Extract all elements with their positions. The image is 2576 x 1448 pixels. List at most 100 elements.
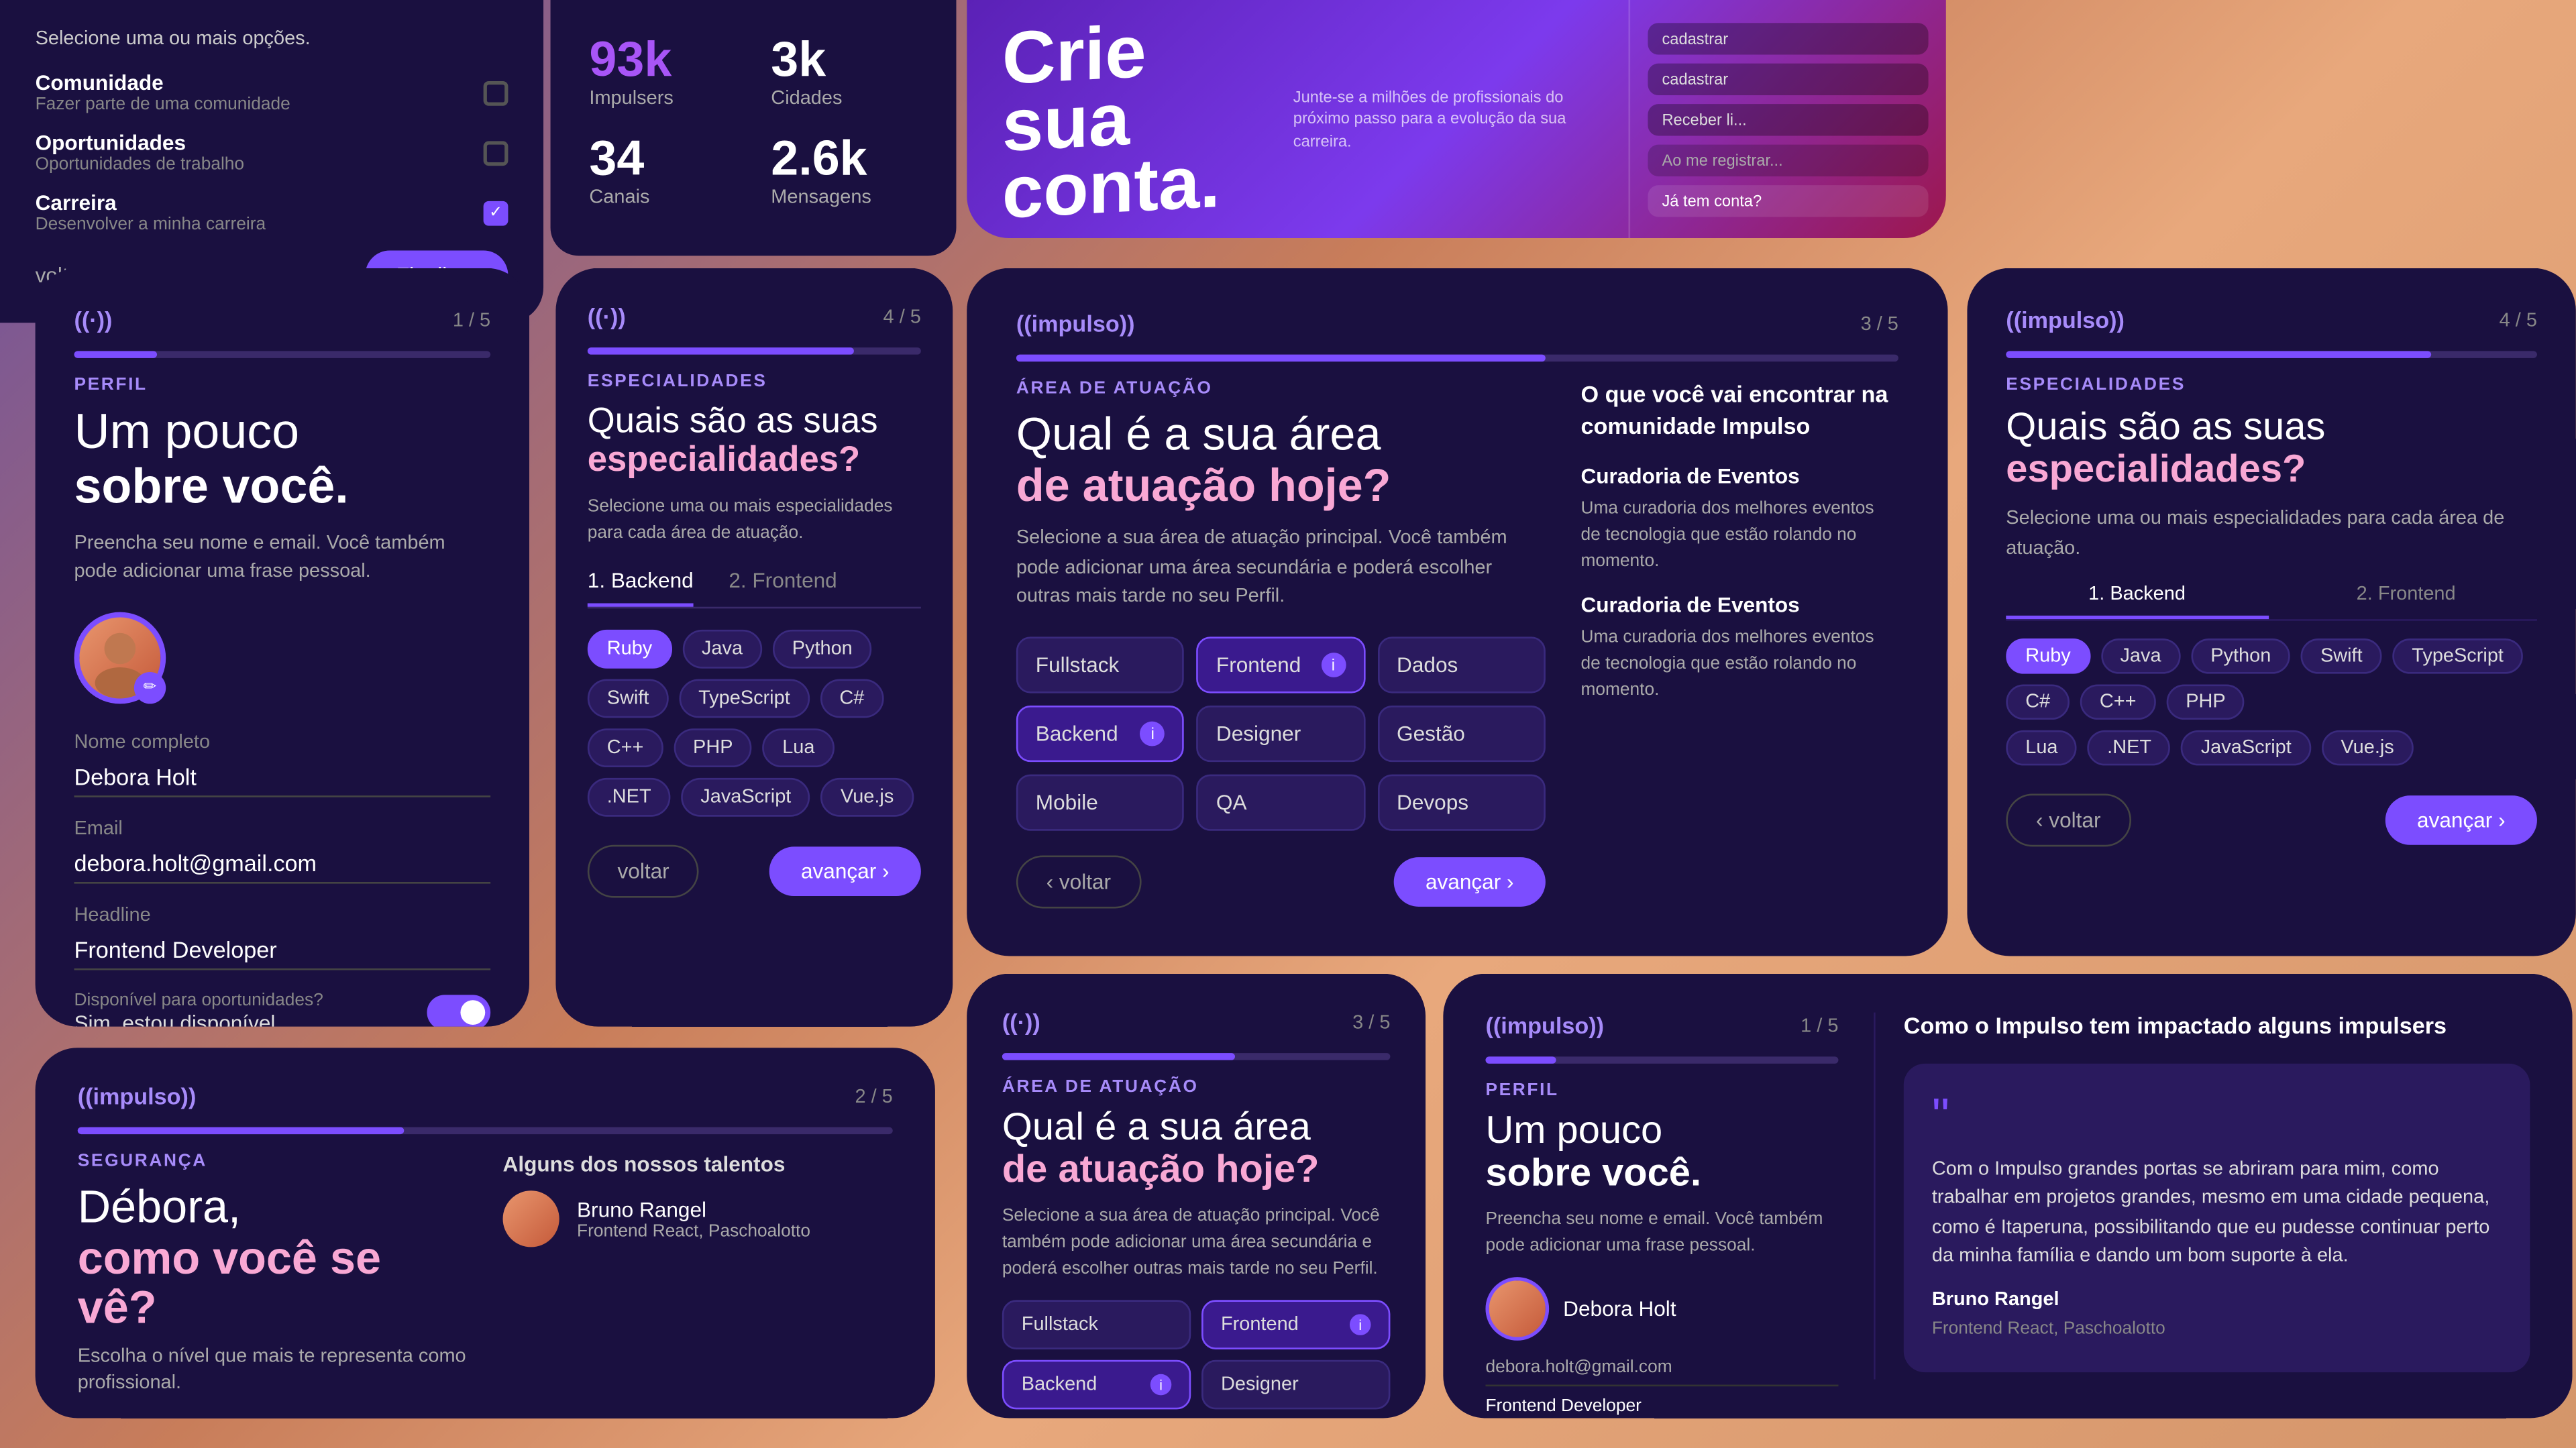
esp-right-back-button[interactable]: ‹ voltar xyxy=(2006,794,2131,847)
talents-label: Alguns dos nossos talentos xyxy=(503,1152,893,1176)
area-mobile[interactable]: Mobile xyxy=(1016,774,1185,830)
tab-frontend[interactable]: 2. Frontend xyxy=(729,568,837,607)
disponivel-toggle[interactable] xyxy=(427,995,490,1027)
stat-cidades: 3k Cidades xyxy=(771,32,917,109)
backend-tags: Ruby Java Python Swift TypeScript C# C++… xyxy=(588,630,921,817)
stat-canais: 34 Canais xyxy=(589,131,735,209)
esp-right-tag-lua[interactable]: Lua xyxy=(2006,731,2077,767)
stats-card: 93k Impulsers 3k Cidades 34 Canais 2.6k … xyxy=(551,0,957,256)
stat-impulsos-label: Impulsers xyxy=(589,89,735,110)
name-input[interactable] xyxy=(74,758,490,797)
perfil-heading: Um pouco sobre você. xyxy=(74,406,490,514)
esp-right-tag-javascript[interactable]: JavaScript xyxy=(2182,731,2311,767)
perfil-subtext: Preencha seu nome e email. Você também p… xyxy=(74,528,490,587)
option-carreira-label: Carreira xyxy=(36,190,266,215)
quote-role: Frontend React, Paschoalotto xyxy=(1932,1317,2502,1345)
side-curadoria-2-title: Curadoria de Eventos xyxy=(1580,594,1898,618)
esp-right-tag-python[interactable]: Python xyxy=(2191,639,2290,675)
tab-backend[interactable]: 1. Backend xyxy=(588,568,694,607)
area-dados[interactable]: Dados xyxy=(1377,636,1546,693)
area-main-back-button[interactable]: ‹ voltar xyxy=(1016,855,1141,908)
perfil-bottom-name: Debora Holt xyxy=(1563,1297,1676,1322)
perfil-bottom-subtext: Preencha seu nome e email. Você também p… xyxy=(1485,1207,1838,1260)
stat-mensagens-label: Mensagens xyxy=(771,187,917,209)
side-curadoria-1-title: Curadoria de Eventos xyxy=(1580,465,1898,490)
area-bottom-frontend[interactable]: Frontend i xyxy=(1201,1300,1390,1350)
tag-ruby[interactable]: Ruby xyxy=(588,630,672,669)
perfil-bottom-card: ((impulso)) 1 / 5 PERFIL Um pouco sobre … xyxy=(1443,974,2572,1418)
area-main-step: 3 / 5 xyxy=(1861,313,1898,335)
esp-mid-back-button[interactable]: voltar xyxy=(588,845,700,898)
esp-mid-logo: ((·)) xyxy=(588,303,626,329)
perfil-step-counter: 1 / 5 xyxy=(453,310,490,331)
avatar-edit-button[interactable]: ✏ xyxy=(134,671,166,703)
email-field: Email xyxy=(74,818,490,883)
esp-right-tag-swift[interactable]: Swift xyxy=(2301,639,2382,675)
esp-mid-subtext: Selecione uma ou mais especialidades par… xyxy=(588,494,921,547)
option-carreira[interactable]: Carreira Desenvolver a minha carreira ✓ xyxy=(36,190,508,235)
option-comunidade-label: Comunidade xyxy=(36,70,290,95)
option-carreira-checkbox[interactable]: ✓ xyxy=(484,201,508,225)
stat-impulsos-number: 93k xyxy=(589,32,735,88)
area-main-section-label: ÁREA DE ATUAÇÃO xyxy=(1016,379,1546,398)
area-backend[interactable]: Backend i xyxy=(1016,705,1185,761)
tag-swift[interactable]: Swift xyxy=(588,679,669,718)
tag-lua[interactable]: Lua xyxy=(763,728,834,767)
esp-right-next-button[interactable]: avançar › xyxy=(2385,796,2537,846)
side-curadoria-1: Curadoria de Eventos Uma curadoria dos m… xyxy=(1580,465,1898,576)
hero-tag-5[interactable]: Já tem conta? xyxy=(1648,184,1928,216)
tag-csharp[interactable]: C# xyxy=(820,679,883,718)
area-main-next-button[interactable]: avançar › xyxy=(1394,856,1546,906)
tag-vuejs[interactable]: Vue.js xyxy=(821,778,913,817)
tag-cpp[interactable]: C++ xyxy=(588,728,663,767)
area-devops[interactable]: Devops xyxy=(1377,774,1546,830)
area-qa[interactable]: QA xyxy=(1197,774,1365,830)
option-comunidade-checkbox[interactable] xyxy=(484,80,508,105)
talent-1: Bruno Rangel Frontend React, Paschoalott… xyxy=(503,1190,893,1247)
esp-mid-step: 4 / 5 xyxy=(883,306,921,327)
esp-right-tag-cpp[interactable]: C++ xyxy=(2080,685,2156,720)
area-gestao[interactable]: Gestão xyxy=(1377,705,1546,761)
option-comunidade[interactable]: Comunidade Fazer parte de uma comunidade xyxy=(36,70,508,115)
select-options-title: Selecione uma ou mais opções. xyxy=(36,28,508,50)
esp-right-tag-vuejs[interactable]: Vue.js xyxy=(2322,731,2414,767)
talent-role-1: Frontend React, Paschoalotto xyxy=(577,1221,810,1241)
esp-right-heading: Quais são as suas especialidades? xyxy=(2006,406,2537,491)
side-curadoria-2-desc: Uma curadoria dos melhores eventos de te… xyxy=(1580,625,1898,704)
name-field: Nome completo xyxy=(74,731,490,796)
talent-avatar-1 xyxy=(503,1190,559,1247)
avatar-container: ✏ xyxy=(74,612,166,704)
area-bottom-logo: ((·)) xyxy=(1002,1009,1040,1035)
tag-python[interactable]: Python xyxy=(773,630,872,669)
esp-right-subtext: Selecione uma ou mais especialidades par… xyxy=(2006,505,2537,563)
area-bottom-designer[interactable]: Designer xyxy=(1201,1361,1390,1410)
option-oportunidades-checkbox[interactable] xyxy=(484,140,508,165)
area-bottom-fullstack[interactable]: Fullstack xyxy=(1002,1300,1191,1350)
tag-net[interactable]: .NET xyxy=(588,778,671,817)
area-frontend[interactable]: Frontend i xyxy=(1197,636,1365,693)
headline-input[interactable] xyxy=(74,931,490,970)
esp-mid-next-button[interactable]: avançar › xyxy=(769,846,921,896)
esp-right-tag-java[interactable]: Java xyxy=(2101,639,2181,675)
area-fullstack[interactable]: Fullstack xyxy=(1016,636,1185,693)
quote-block: " Com o Impulso grandes portas se abrira… xyxy=(1904,1064,2530,1374)
col-frontend-label[interactable]: 2. Frontend xyxy=(2275,585,2537,620)
area-bottom-backend[interactable]: Backend i xyxy=(1002,1361,1191,1410)
email-input[interactable] xyxy=(74,844,490,883)
tag-javascript[interactable]: JavaScript xyxy=(681,778,810,817)
esp-right-tag-csharp[interactable]: C# xyxy=(2006,685,2070,720)
esp-right-tag-typescript[interactable]: TypeScript xyxy=(2392,639,2523,675)
esp-right-tag-net[interactable]: .NET xyxy=(2088,731,2171,767)
area-designer[interactable]: Designer xyxy=(1197,705,1365,761)
esp-right-tag-php[interactable]: PHP xyxy=(2166,685,2245,720)
especialidades-right-card: ((impulso)) 4 / 5 ESPECIALIDADES Quais s… xyxy=(1967,268,2575,956)
tag-php[interactable]: PHP xyxy=(674,728,752,767)
col-backend-label[interactable]: 1. Backend xyxy=(2006,585,2268,620)
tag-java[interactable]: Java xyxy=(682,630,762,669)
hero-tag-2: cadastrar xyxy=(1648,62,1928,94)
esp-right-tag-ruby[interactable]: Ruby xyxy=(2006,639,2090,675)
option-oportunidades[interactable]: Oportunidades Oportunidades de trabalho xyxy=(36,131,508,175)
esp-right-tags-row2: Lua .NET JavaScript Vue.js xyxy=(2006,731,2537,767)
tag-typescript[interactable]: TypeScript xyxy=(679,679,810,718)
area-main-side-title: O que você vai encontrar na comunidade I… xyxy=(1580,379,1898,443)
